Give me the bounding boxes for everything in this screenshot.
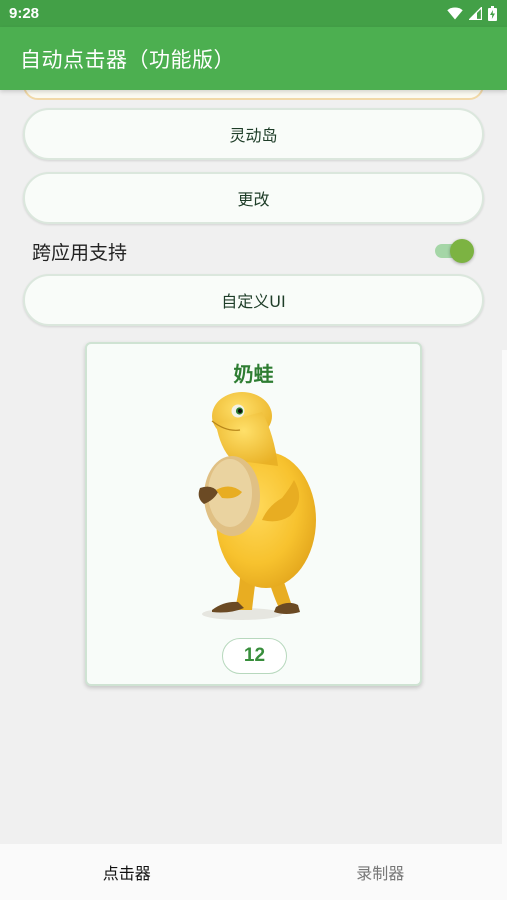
- change-button[interactable]: 更改: [23, 172, 484, 224]
- character-name: 奶蛙: [233, 362, 274, 386]
- cross-app-support-row: 跨应用支持: [32, 235, 474, 267]
- change-button-label: 更改: [237, 190, 270, 209]
- main-content[interactable]: 灵动岛 更改 跨应用支持 自定义UI 奶蛙 12: [0, 90, 507, 844]
- wifi-icon: [447, 7, 463, 20]
- toggle-thumb: [450, 239, 474, 263]
- bottom-navigation: 点击器 录制器: [0, 844, 507, 900]
- nav-item-recorder-label: 录制器: [356, 864, 405, 883]
- yellow-frog-character-image: [198, 392, 316, 620]
- character-card[interactable]: 奶蛙 12: [85, 342, 422, 686]
- custom-ui-button-label: 自定义UI: [221, 292, 286, 311]
- battery-charging-icon: [488, 6, 497, 21]
- nav-item-clicker-label: 点击器: [102, 864, 151, 883]
- status-time: 9:28: [9, 5, 40, 22]
- partially-visible-button[interactable]: [23, 90, 484, 100]
- right-edge-strip: [502, 350, 507, 844]
- nav-item-recorder[interactable]: 录制器: [254, 844, 507, 900]
- character-count[interactable]: 12: [222, 638, 287, 674]
- app-title: 自动点击器（功能版）: [20, 47, 235, 72]
- dynamic-island-button[interactable]: 灵动岛: [23, 108, 484, 160]
- cross-app-support-label: 跨应用支持: [32, 241, 128, 264]
- dynamic-island-button-label: 灵动岛: [229, 126, 278, 145]
- app-bar: 自动点击器（功能版）: [0, 27, 507, 90]
- signal-icon: [469, 7, 482, 20]
- nav-item-clicker[interactable]: 点击器: [0, 844, 254, 900]
- status-bar: 9:28: [0, 0, 507, 27]
- cross-app-support-toggle[interactable]: [434, 239, 474, 263]
- status-icons: [447, 6, 497, 21]
- custom-ui-button[interactable]: 自定义UI: [23, 274, 484, 326]
